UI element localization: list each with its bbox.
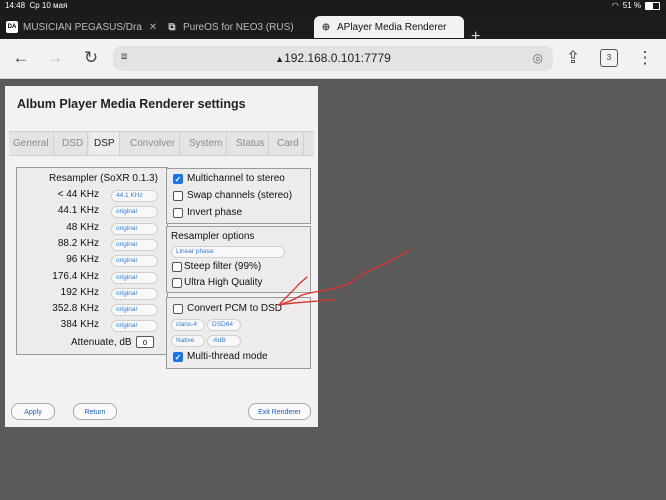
- arrow-head-upper: [278, 276, 308, 306]
- annotation-arrow: [278, 249, 411, 306]
- arrow-stroke: [278, 249, 411, 306]
